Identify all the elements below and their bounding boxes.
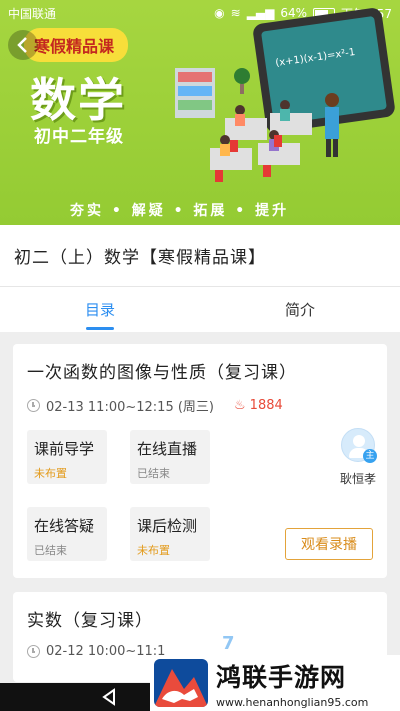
subject-title: 数学 xyxy=(30,73,126,127)
lesson-meta: 02-13 11:00~12:15 (周三) ♨ 1884 xyxy=(27,396,283,415)
classroom-illustration: (x+1)(x-1)=x²-1 xyxy=(175,8,395,182)
tab-catalog[interactable]: 目录 xyxy=(0,287,200,332)
module-pre-study[interactable]: 课前导学 未布置 xyxy=(27,430,107,484)
view-count: 1884 xyxy=(249,398,283,413)
watermark-logo xyxy=(154,659,208,707)
module-qa[interactable]: 在线答疑 已结束 xyxy=(27,507,107,561)
course-title: 初二（上）数学【寒假精品课】 xyxy=(14,248,266,268)
course-banner: 中国联通 ◉ ≋ ▂▄▆ 64% 下午1:57 寒假精品课 数学 初中二年级 夯… xyxy=(0,0,400,225)
nav-back-icon[interactable] xyxy=(100,688,118,706)
module-label: 在线直播 xyxy=(137,440,198,458)
watermark-name: 鸿联手游网 xyxy=(216,662,347,692)
fire-icon: ♨ xyxy=(234,398,246,413)
site-watermark: 鸿联手游网 www.henanhonglian95.com xyxy=(150,655,400,711)
teacher-name: 耿恒孝 xyxy=(339,472,376,486)
tab-intro-label: 简介 xyxy=(284,301,315,319)
module-status: 未布置 xyxy=(34,467,67,480)
module-status: 已结束 xyxy=(137,467,170,480)
module-label: 课前导学 xyxy=(34,440,95,458)
lesson-time: 02-12 10:00~11:1 xyxy=(46,644,166,659)
banner-slogan: 夯实 • 解疑 • 拓展 • 提升 xyxy=(70,203,290,219)
lesson-card[interactable]: 一次函数的图像与性质（复习课） 02-13 11:00~12:15 (周三) ♨… xyxy=(13,344,387,578)
host-badge: 主 xyxy=(363,449,377,463)
watermark-ghost: 7 xyxy=(222,633,235,654)
module-live[interactable]: 在线直播 已结束 xyxy=(130,430,210,484)
module-status: 未布置 xyxy=(137,544,170,557)
tab-intro[interactable]: 简介 xyxy=(200,287,400,332)
watermark-text: 鸿联手游网 www.henanhonglian95.com xyxy=(216,658,368,709)
chevron-left-icon xyxy=(17,37,27,53)
winter-course-badge: 寒假精品课 xyxy=(24,28,129,62)
avatar-head xyxy=(353,435,365,447)
module-status: 已结束 xyxy=(34,544,67,557)
grade-label: 初中二年级 xyxy=(34,127,124,147)
horse-logo-icon xyxy=(154,669,208,707)
active-tab-indicator xyxy=(86,327,114,330)
watch-replay-button[interactable]: 观看录播 xyxy=(285,528,373,560)
carrier-label: 中国联通 xyxy=(8,6,57,21)
module-label: 课后检测 xyxy=(137,517,198,535)
module-post-test[interactable]: 课后检测 未布置 xyxy=(130,507,210,561)
tab-catalog-label: 目录 xyxy=(84,301,115,319)
watermark-url: www.henanhonglian95.com xyxy=(216,695,369,709)
lesson-title: 一次函数的图像与性质（复习课） xyxy=(27,363,297,383)
module-label: 在线答疑 xyxy=(34,517,95,535)
back-button[interactable] xyxy=(8,30,38,60)
clock-icon xyxy=(27,399,40,412)
lesson-time: 02-13 11:00~12:15 (周三) xyxy=(46,400,215,415)
avatar: 主 xyxy=(341,428,377,463)
clock-icon xyxy=(27,645,40,658)
course-tabs: 目录 简介 xyxy=(0,287,400,332)
lesson-meta: 02-12 10:00~11:1 xyxy=(27,644,165,659)
course-header: 初二（上）数学【寒假精品课】 xyxy=(0,225,400,287)
lesson-title: 实数（复习课） xyxy=(27,611,153,631)
teacher-info[interactable]: 主 耿恒孝 xyxy=(333,428,383,487)
